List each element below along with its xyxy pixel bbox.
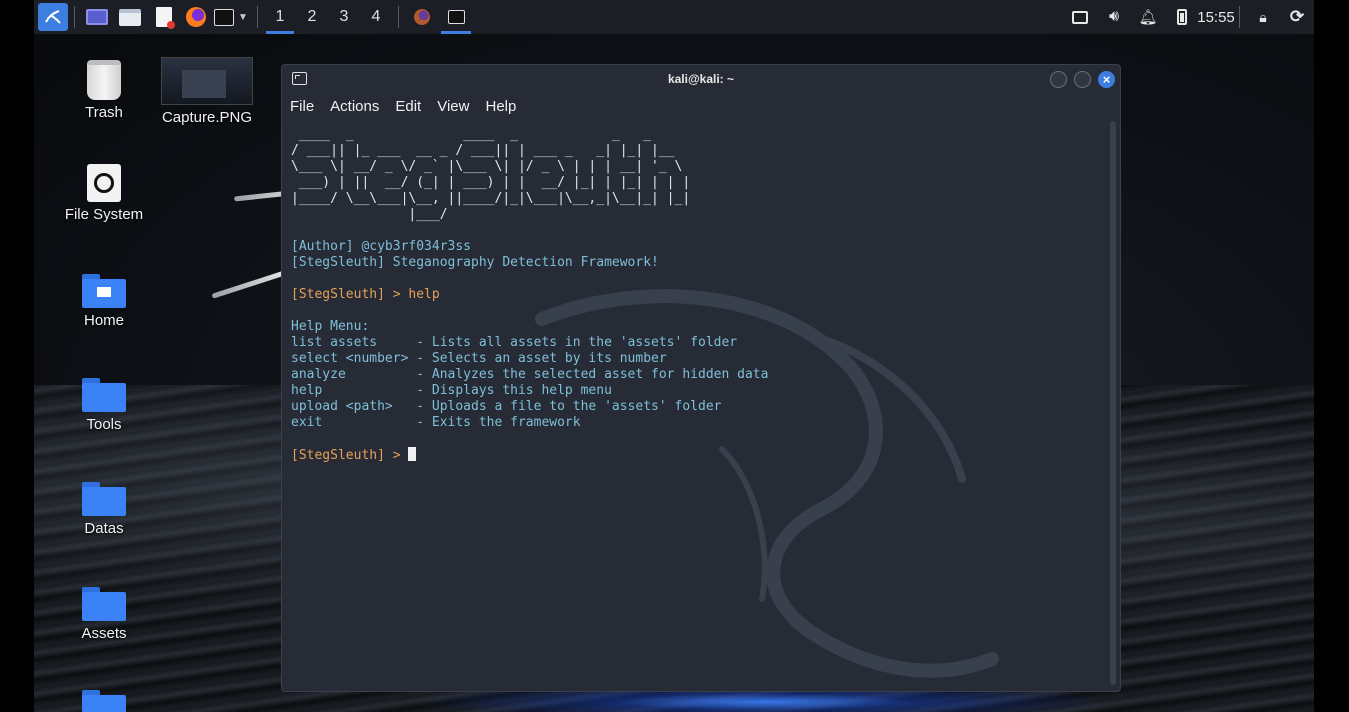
terminal-icon <box>292 72 307 85</box>
prompt: [StegSleuth] > <box>291 287 409 302</box>
help-line: list assets - Lists all assets in the 'a… <box>291 335 738 350</box>
folder-icon <box>82 378 126 412</box>
home-folder-icon <box>82 274 126 308</box>
task-terminal[interactable] <box>439 0 473 34</box>
text-editor-icon <box>156 7 175 29</box>
firefox-icon <box>186 7 206 27</box>
terminal-icon <box>447 10 465 24</box>
help-line: analyze - Analyzes the selected asset fo… <box>291 367 769 382</box>
menu-view[interactable]: View <box>437 98 469 115</box>
workspace-4[interactable]: 4 <box>360 0 392 34</box>
command-text: help <box>408 287 440 302</box>
trash-icon <box>87 60 121 100</box>
desktop-icon-folder[interactable] <box>54 690 154 712</box>
desktop-icon-filesystem[interactable]: File System <box>54 164 154 223</box>
close-button[interactable]: × <box>1098 71 1115 88</box>
menu-edit[interactable]: Edit <box>395 98 421 115</box>
desktop-icon-label: Trash <box>85 104 123 121</box>
monitor-icon <box>1072 10 1088 24</box>
maximize-button[interactable] <box>1074 71 1091 88</box>
workspace-1[interactable]: 1 <box>264 0 296 34</box>
image-thumbnail-icon <box>161 57 253 105</box>
tagline-line: [StegSleuth] Steganography Detection Fra… <box>291 255 659 270</box>
lock-icon: 🔒︎ <box>1259 8 1267 25</box>
task-firefox[interactable] <box>405 0 439 34</box>
show-desktop-button[interactable] <box>81 0 113 34</box>
text-editor-launcher[interactable] <box>147 0 181 34</box>
text-cursor <box>408 447 417 461</box>
desktop-icon-label: Assets <box>81 625 127 642</box>
battery-charging-icon <box>1177 9 1187 25</box>
help-header: Help Menu: <box>291 319 370 334</box>
terminal-icon <box>214 8 235 26</box>
menu-actions[interactable]: Actions <box>330 98 379 115</box>
workspace-2[interactable]: 2 <box>296 0 328 34</box>
desktop-icon-trash[interactable]: Trash <box>54 60 154 121</box>
close-icon: × <box>1102 72 1111 87</box>
desktop-icon-home[interactable]: Home <box>54 274 154 329</box>
terminal-output: ____ _ ____ _ _ _ / ___|| |_ ___ __ _ / … <box>291 127 768 464</box>
bell-icon: 🔔︎ <box>1138 9 1158 26</box>
window-title: kali@kali: ~ <box>667 72 735 86</box>
help-line: exit - Exits the framework <box>291 415 581 430</box>
notifications-button[interactable]: 🔔︎ <box>1131 0 1165 34</box>
desktop-icon-label: Tools <box>86 416 122 433</box>
help-line: select <number> - Selects an asset by it… <box>291 351 667 366</box>
folder-icon <box>82 482 126 516</box>
taskbar-separator <box>257 6 258 28</box>
terminal-launcher[interactable]: ▼ <box>211 0 251 34</box>
banner-line: |____/ \__\___|\__, ||____/|_|\___|\__,_… <box>291 191 691 206</box>
terminal-window: kali@kali: ~ × File Actions Edit View He… <box>281 64 1121 692</box>
scrollbar[interactable] <box>1110 121 1116 685</box>
chevron-down-icon: ▼ <box>238 11 248 23</box>
help-line: help - Displays this help menu <box>291 383 612 398</box>
battery-button[interactable] <box>1165 0 1199 34</box>
logout-button[interactable]: ⟳ <box>1280 0 1314 34</box>
clock[interactable]: 15:55 <box>1197 0 1235 34</box>
taskbar-separator <box>1239 6 1240 28</box>
banner-line: \___ \| __/ _ \/ _` |\___ \| |/ _ \ | | … <box>291 159 691 174</box>
desktop-icon-datas[interactable]: Datas <box>54 482 154 537</box>
file-manager-icon <box>119 8 141 26</box>
desktop-icon-label: Datas <box>84 520 124 537</box>
banner-line: ___) | || __/ (_| | ___) | | __/ |_| | |… <box>291 175 691 190</box>
desktop-icon-label: Home <box>83 312 124 329</box>
desktop-icon-capture[interactable]: Capture.PNG <box>157 57 257 126</box>
prompt: [StegSleuth] > <box>291 448 409 463</box>
firefox-icon <box>414 9 430 25</box>
menu-file[interactable]: File <box>290 98 314 115</box>
taskbar: ▼ 1 2 3 4 🔊︎ 🔔︎ 15:55 🔒︎ ⟳ <box>34 0 1314 34</box>
banner-line: |___/ <box>291 207 691 222</box>
volume-button[interactable]: 🔊︎ <box>1097 0 1131 34</box>
kali-dragon-icon <box>45 10 61 24</box>
banner-line: / ___|| |_ ___ __ _ / ___|| | ___ _ _| |… <box>291 143 691 158</box>
firefox-launcher[interactable] <box>181 0 211 34</box>
desktop-icon-assets[interactable]: Assets <box>54 587 154 642</box>
menu-help[interactable]: Help <box>485 98 516 115</box>
file-manager-launcher[interactable] <box>113 0 147 34</box>
taskbar-separator <box>74 6 75 28</box>
display-button[interactable] <box>1063 0 1097 34</box>
window-titlebar[interactable]: kali@kali: ~ × <box>282 65 1120 93</box>
folder-icon <box>82 690 126 712</box>
terminal-content[interactable]: ____ _ ____ _ _ _ / ___|| |_ ___ __ _ / … <box>282 119 1110 691</box>
taskbar-separator <box>398 6 399 28</box>
menubar: File Actions Edit View Help <box>282 93 1120 119</box>
help-line: upload <path> - Uploads a file to the 'a… <box>291 399 722 414</box>
minimize-button[interactable] <box>1050 71 1067 88</box>
desktop-icon-tools[interactable]: Tools <box>54 378 154 433</box>
desktop-icon <box>86 9 108 25</box>
kali-menu-button[interactable] <box>38 3 68 31</box>
desktop-icon-label: Capture.PNG <box>161 109 253 126</box>
folder-icon <box>82 587 126 621</box>
desktop-icon-label: File System <box>64 206 144 223</box>
system-tray: 🔊︎ 🔔︎ 15:55 🔒︎ ⟳ <box>1063 0 1314 34</box>
author-line: [Author] @cyb3rf034r3ss <box>291 239 472 254</box>
logout-icon: ⟳ <box>1289 7 1305 26</box>
workspace-3[interactable]: 3 <box>328 0 360 34</box>
lock-screen-button[interactable]: 🔒︎ <box>1246 0 1280 34</box>
drive-icon <box>87 164 121 202</box>
speaker-icon: 🔊︎ <box>1108 8 1120 25</box>
banner-line: ____ _ ____ _ _ _ <box>291 127 691 142</box>
